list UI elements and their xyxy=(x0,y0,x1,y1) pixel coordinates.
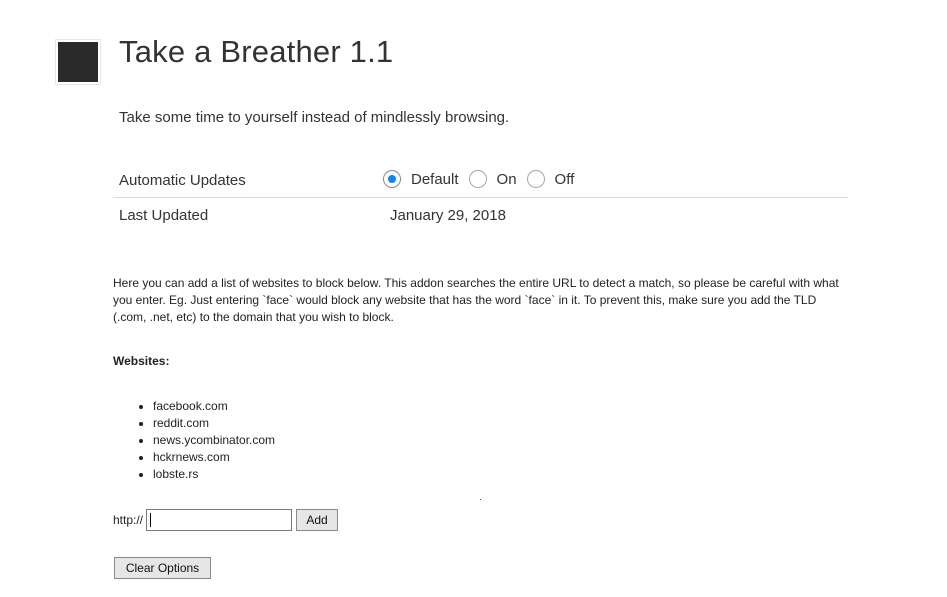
radio-label-default: Default xyxy=(411,170,459,188)
list-item: facebook.com xyxy=(153,398,275,415)
options-intro-text: Here you can add a list of websites to b… xyxy=(113,276,839,324)
radio-button-off[interactable] xyxy=(526,170,545,188)
last-updated-row: Last Updated January 29, 2018 xyxy=(113,198,848,232)
list-item: news.ycombinator.com xyxy=(153,432,275,449)
list-item: hckrnews.com xyxy=(153,449,275,466)
blocked-websites-list: facebook.com reddit.com news.ycombinator… xyxy=(139,398,275,483)
radio-label-on: On xyxy=(496,170,517,188)
website-url-input[interactable] xyxy=(146,509,293,531)
stray-dot xyxy=(480,499,481,500)
automatic-updates-label: Automatic Updates xyxy=(119,172,246,189)
update-option-on[interactable]: On xyxy=(468,170,517,188)
url-prefix: http:// xyxy=(113,513,144,527)
radio-button-on[interactable] xyxy=(468,170,487,188)
radio-button-default[interactable] xyxy=(383,170,401,188)
automatic-updates-radio-group: Default On Off xyxy=(383,170,584,188)
addon-icon xyxy=(56,40,100,84)
list-item: reddit.com xyxy=(153,415,275,432)
options-intro: Here you can add a list of websites to b… xyxy=(113,275,848,326)
addon-title: Take a Breather 1.1 xyxy=(119,34,394,69)
clear-options-button[interactable]: Clear Options xyxy=(114,557,211,579)
addon-description: Take some time to yourself instead of mi… xyxy=(119,109,510,126)
list-item: lobste.rs xyxy=(153,466,275,483)
last-updated-value: January 29, 2018 xyxy=(390,207,506,224)
url-input-wrapper xyxy=(146,509,293,531)
update-option-default[interactable]: Default xyxy=(383,170,459,188)
websites-heading: Websites: xyxy=(113,354,170,368)
add-website-row: http:// Add xyxy=(113,509,339,531)
radio-label-off: Off xyxy=(554,170,575,188)
add-button[interactable]: Add xyxy=(296,509,339,531)
last-updated-label: Last Updated xyxy=(119,207,209,224)
addon-details: Automatic Updates Default On Off Last Up… xyxy=(113,163,848,232)
update-option-off[interactable]: Off xyxy=(526,170,575,188)
text-caret xyxy=(150,513,152,527)
automatic-updates-row: Automatic Updates Default On Off xyxy=(113,163,848,198)
